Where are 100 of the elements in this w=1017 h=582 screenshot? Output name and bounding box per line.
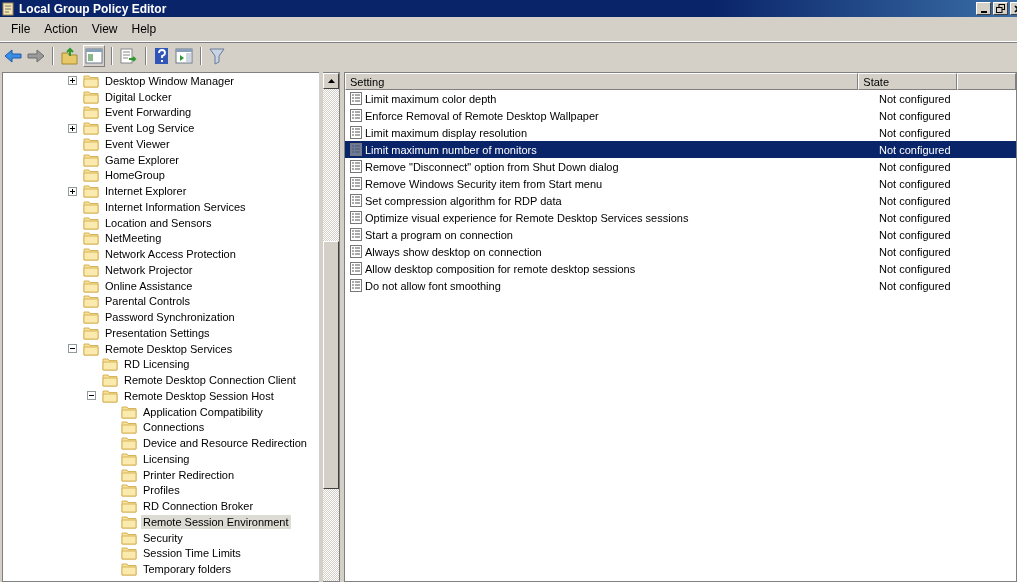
setting-name: Remove "Disconnect" option from Shut Down dialog bbox=[365, 160, 620, 173]
folder-icon bbox=[102, 388, 118, 403]
tree-item[interactable]: RD Licensing bbox=[122, 357, 192, 372]
tree-item[interactable]: Remote Desktop Connection Client bbox=[122, 373, 298, 388]
tree-item[interactable]: Online Assistance bbox=[103, 278, 195, 293]
tree-item[interactable]: Device and Resource Redirection bbox=[141, 436, 309, 451]
folder-icon bbox=[83, 73, 99, 88]
menu-item[interactable]: View bbox=[84, 22, 125, 36]
tree-pane-icon[interactable] bbox=[83, 45, 105, 67]
policy-row[interactable]: Remove "Disconnect" option from Shut Down dialog Not configured bbox=[345, 158, 1016, 175]
setting-name: Remove Windows Security item from Start menu bbox=[365, 177, 604, 190]
column-header[interactable]: State bbox=[858, 73, 957, 90]
tree-item[interactable]: Application Compatibility bbox=[141, 404, 265, 419]
tree-item[interactable]: RD Connection Broker bbox=[141, 499, 256, 514]
help-icon[interactable] bbox=[153, 47, 171, 65]
policy-row[interactable]: Limit maximum color depth Not configured bbox=[345, 90, 1016, 107]
tree-item[interactable]: Password Synchronization bbox=[103, 310, 237, 325]
menu-item[interactable]: File bbox=[4, 22, 38, 36]
tree-item[interactable]: Network Access Protection bbox=[103, 247, 238, 262]
setting-name: Do not allow font smoothing bbox=[365, 279, 502, 292]
menu-item[interactable]: Action bbox=[37, 22, 85, 36]
tree-item[interactable]: HomeGroup bbox=[103, 168, 167, 183]
folder-icon bbox=[83, 168, 99, 183]
tree-item[interactable]: Session Time Limits bbox=[141, 546, 243, 561]
expand-icon[interactable] bbox=[68, 186, 77, 196]
policy-row[interactable]: Optimize visual experience for Remote Desktop Services sessions Not configured bbox=[345, 209, 1016, 226]
tree-item[interactable]: Event Forwarding bbox=[103, 105, 194, 120]
tree-item[interactable]: Event Viewer bbox=[103, 136, 172, 151]
expand-icon[interactable] bbox=[68, 76, 77, 86]
menu-item[interactable]: Help bbox=[124, 22, 164, 36]
folder-icon bbox=[121, 451, 137, 466]
scrollbar-thumb[interactable] bbox=[323, 241, 339, 489]
folder-icon bbox=[83, 341, 99, 356]
tree-item[interactable]: Remote Session Environment bbox=[141, 514, 291, 529]
restore-button[interactable] bbox=[993, 2, 1008, 15]
scroll-up-button[interactable] bbox=[323, 73, 339, 89]
up-arrow-icon bbox=[327, 79, 335, 83]
folder-icon bbox=[121, 514, 137, 529]
policy-row[interactable]: Enforce Removal of Remote Desktop Wallpaper Not configured bbox=[345, 107, 1016, 124]
folder-icon bbox=[83, 105, 99, 120]
tree-item[interactable]: Presentation Settings bbox=[103, 325, 212, 340]
policy-row[interactable]: Limit maximum number of monitors Not configured bbox=[345, 141, 1016, 158]
tree-item[interactable]: Licensing bbox=[141, 451, 192, 466]
expand-icon[interactable] bbox=[68, 123, 77, 133]
policy-icon bbox=[350, 245, 362, 258]
folder-icon bbox=[121, 404, 137, 419]
folder-icon bbox=[83, 247, 99, 262]
tree-item[interactable]: Internet Information Services bbox=[103, 199, 248, 214]
policy-row[interactable]: Allow desktop composition for remote desktop sessions Not configured bbox=[345, 260, 1016, 277]
tree-item[interactable]: Digital Locker bbox=[103, 89, 174, 104]
folder-icon bbox=[83, 262, 99, 277]
tree-item[interactable]: Game Explorer bbox=[103, 152, 181, 167]
tree-item[interactable]: Parental Controls bbox=[103, 294, 192, 309]
setting-name: Always show desktop on connection bbox=[365, 245, 543, 258]
setting-name: Set compression algorithm for RDP data bbox=[365, 194, 563, 207]
tree-item[interactable]: NetMeeting bbox=[103, 231, 164, 246]
folder-icon bbox=[83, 215, 99, 230]
tree-item[interactable]: Network Projector bbox=[103, 262, 195, 277]
back-icon[interactable] bbox=[3, 47, 23, 65]
tree-item[interactable]: Profiles bbox=[141, 483, 182, 498]
policy-row[interactable]: Always show desktop on connection Not configured bbox=[345, 243, 1016, 260]
folder-icon bbox=[83, 121, 99, 136]
state-text: Not configured bbox=[879, 262, 951, 275]
tree-item[interactable]: Printer Redirection bbox=[141, 467, 237, 482]
tree-item[interactable]: Remote Desktop Session Host bbox=[122, 388, 276, 403]
policy-row[interactable]: Start a program on connection Not configured bbox=[345, 226, 1016, 243]
column-header[interactable]: Setting bbox=[345, 73, 859, 90]
policy-icon bbox=[350, 177, 362, 190]
tree-item[interactable]: Internet Explorer bbox=[103, 184, 189, 199]
policy-row[interactable]: Limit maximum display resolution Not configured bbox=[345, 124, 1016, 141]
policy-icon bbox=[350, 109, 362, 122]
state-text: Not configured bbox=[879, 160, 951, 173]
minimize-button[interactable] bbox=[976, 2, 991, 15]
export-list-icon[interactable] bbox=[119, 47, 139, 65]
tree-item[interactable]: Remote Desktop Services bbox=[103, 341, 235, 356]
tree-item[interactable]: Security bbox=[141, 530, 185, 545]
minimize-icon bbox=[980, 10, 987, 13]
folder-icon bbox=[102, 357, 118, 372]
folder-icon bbox=[83, 199, 99, 214]
folder-icon bbox=[121, 562, 137, 577]
policy-row[interactable]: Remove Windows Security item from Start menu Not configured bbox=[345, 175, 1016, 192]
tree-item[interactable]: Connections bbox=[141, 420, 207, 435]
policy-icon bbox=[350, 92, 362, 105]
policy-row[interactable]: Do not allow font smoothing Not configured bbox=[345, 277, 1016, 294]
collapse-icon[interactable] bbox=[87, 391, 96, 401]
policy-row[interactable]: Set compression algorithm for RDP data Not configured bbox=[345, 192, 1016, 209]
app-icon bbox=[2, 1, 15, 16]
folder-icon bbox=[83, 136, 99, 151]
action-pane-icon[interactable] bbox=[174, 47, 194, 65]
folder-icon bbox=[83, 89, 99, 104]
restore-icon bbox=[996, 4, 1005, 13]
tree-item[interactable]: Event Log Service bbox=[103, 121, 197, 136]
forward-icon[interactable] bbox=[26, 47, 46, 65]
tree-item[interactable]: Desktop Window Manager bbox=[103, 73, 236, 88]
folder-icon bbox=[121, 499, 137, 514]
tree-item[interactable]: Temporary folders bbox=[141, 562, 234, 577]
tree-item[interactable]: Location and Sensors bbox=[103, 215, 214, 230]
collapse-icon[interactable] bbox=[68, 344, 77, 354]
policy-icon bbox=[350, 228, 362, 241]
folder-icon bbox=[121, 546, 137, 561]
